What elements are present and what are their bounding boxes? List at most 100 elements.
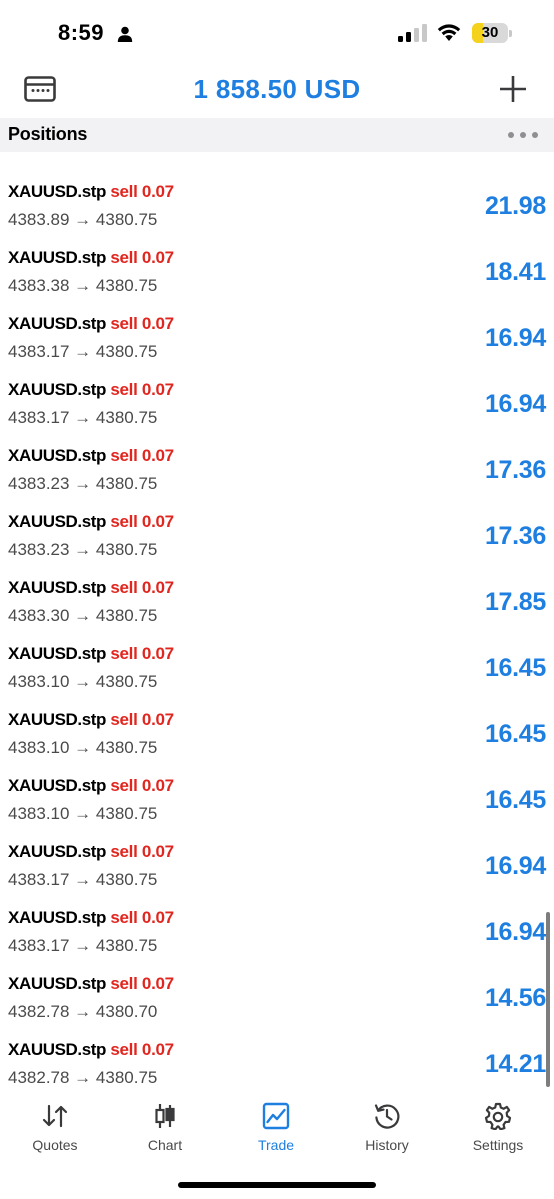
- tab-settings[interactable]: Settings: [443, 1092, 553, 1162]
- arrow-right-icon: →: [69, 606, 96, 625]
- open-price: 4383.23: [8, 540, 70, 559]
- position-side: sell 0.07: [110, 1040, 174, 1059]
- position-row[interactable]: XAUUSD.stp sell 0.07 4383.17 → 4380.75 16.…: [0, 832, 554, 898]
- current-price: 4380.75: [95, 738, 158, 757]
- positions-list[interactable]: XAUUSD.stp sell 0.07 4383.89 → 4380.75 21.…: [0, 152, 554, 1092]
- position-profit: 16.94: [484, 390, 546, 418]
- position-side: sell 0.07: [110, 644, 174, 663]
- open-price: 4383.17: [8, 408, 70, 427]
- position-profit: 17.36: [484, 522, 546, 550]
- position-row[interactable]: XAUUSD.stp sell 0.07 4383.23 → 4380.75 17.…: [0, 436, 554, 502]
- position-side: sell 0.07: [110, 512, 174, 531]
- battery-percent: 30: [481, 24, 499, 41]
- position-prices: 4383.10 → 4380.75: [8, 804, 157, 824]
- current-price: 4380.75: [95, 672, 158, 691]
- tab-label: Settings: [472, 1137, 524, 1153]
- position-side: sell 0.07: [110, 248, 174, 267]
- position-row[interactable]: XAUUSD.stp sell 0.07 4383.30 → 4380.75 17.…: [0, 568, 554, 634]
- arrow-right-icon: →: [69, 540, 96, 559]
- open-price: 4383.10: [8, 738, 70, 757]
- arrow-right-icon: →: [69, 342, 96, 361]
- open-price: 4383.38: [8, 276, 70, 295]
- current-price: 4380.75: [95, 1068, 158, 1087]
- chart-icon: [155, 1104, 175, 1128]
- current-price: 4380.75: [95, 342, 158, 361]
- position-row[interactable]: XAUUSD.stp sell 0.07 4383.38 → 4380.75 18.…: [0, 238, 554, 304]
- position-symbol: XAUUSD.stp: [8, 578, 107, 597]
- tab-trade[interactable]: Trade: [221, 1092, 331, 1162]
- current-price: 4380.75: [95, 870, 158, 889]
- person-icon: [117, 26, 133, 42]
- position-symbol: XAUUSD.stp: [8, 182, 107, 201]
- position-prices: 4383.23 → 4380.75: [8, 540, 157, 560]
- position-row[interactable]: XAUUSD.stp sell 0.07 4383.10 → 4380.75 16.…: [0, 766, 554, 832]
- partial-position-row[interactable]: [0, 152, 554, 166]
- arrow-right-icon: →: [69, 738, 96, 757]
- position-side: sell 0.07: [110, 710, 174, 729]
- more-options-icon[interactable]: [508, 128, 540, 142]
- position-side: sell 0.07: [110, 908, 174, 927]
- tab-label: Trade: [257, 1137, 295, 1153]
- tab-chart[interactable]: Chart: [110, 1092, 220, 1162]
- arrow-right-icon: →: [69, 672, 96, 691]
- position-prices: 4383.89 → 4380.75: [8, 210, 157, 230]
- position-symbol: XAUUSD.stp: [8, 908, 107, 927]
- scrollbar[interactable]: [546, 912, 550, 1087]
- position-row[interactable]: XAUUSD.stp sell 0.07 4383.89 → 4380.75 21.…: [0, 172, 554, 238]
- position-symbol-line: XAUUSD.stp sell 0.07: [8, 776, 174, 796]
- plus-icon[interactable]: [498, 74, 528, 104]
- status-time: 8:59: [58, 20, 105, 45]
- position-symbol-line: XAUUSD.stp sell 0.07: [8, 182, 174, 202]
- position-prices: 4382.78 → 4380.75: [8, 1068, 157, 1088]
- position-profit: 17.85: [484, 588, 546, 616]
- account-balance: 1 858.50 USD: [193, 74, 361, 104]
- current-price: 4380.75: [95, 276, 158, 295]
- position-profit: 16.45: [484, 654, 546, 682]
- position-prices: 4383.10 → 4380.75: [8, 738, 157, 758]
- position-symbol: XAUUSD.stp: [8, 776, 107, 795]
- open-price: 4383.17: [8, 936, 70, 955]
- position-symbol: XAUUSD.stp: [8, 974, 107, 993]
- position-symbol-line: XAUUSD.stp sell 0.07: [8, 842, 174, 862]
- position-symbol-line: XAUUSD.stp sell 0.07: [8, 512, 174, 532]
- position-row[interactable]: XAUUSD.stp sell 0.07 4383.17 → 4380.75 16.…: [0, 898, 554, 964]
- position-row[interactable]: XAUUSD.stp sell 0.07 4383.17 → 4380.75 16.…: [0, 370, 554, 436]
- open-price: 4382.78: [8, 1002, 70, 1021]
- position-symbol: XAUUSD.stp: [8, 446, 107, 465]
- position-prices: 4383.23 → 4380.75: [8, 474, 157, 494]
- open-price: 4382.78: [8, 1068, 70, 1087]
- current-price: 4380.75: [95, 804, 158, 823]
- positions-title: Positions: [8, 124, 88, 144]
- open-price: 4383.30: [8, 606, 70, 625]
- arrow-right-icon: →: [69, 210, 96, 229]
- top-bar: 1 858.50 USD: [0, 62, 554, 118]
- arrow-right-icon: →: [69, 804, 96, 823]
- position-row[interactable]: XAUUSD.stp sell 0.07 4382.78 → 4380.70 14.…: [0, 964, 554, 1030]
- open-price: 4383.10: [8, 672, 70, 691]
- open-price: 4383.10: [8, 804, 70, 823]
- position-row[interactable]: XAUUSD.stp sell 0.07 4383.17 → 4380.75 16.…: [0, 304, 554, 370]
- open-price: 4383.17: [8, 342, 70, 361]
- position-prices: 4383.10 → 4380.75: [8, 672, 157, 692]
- tab-quotes[interactable]: Quotes: [0, 1092, 110, 1162]
- position-row[interactable]: XAUUSD.stp sell 0.07 4383.10 → 4380.75 16.…: [0, 700, 554, 766]
- tab-history[interactable]: History: [332, 1092, 442, 1162]
- position-prices: 4383.17 → 4380.75: [8, 342, 157, 362]
- position-profit: 17.36: [484, 456, 546, 484]
- position-profit: 14.21: [484, 1050, 546, 1078]
- position-row[interactable]: XAUUSD.stp sell 0.07 4382.78 → 4380.75 14.…: [0, 1030, 554, 1092]
- position-side: sell 0.07: [110, 578, 174, 597]
- current-price: 4380.70: [95, 1002, 158, 1021]
- position-symbol: XAUUSD.stp: [8, 1040, 107, 1059]
- position-symbol-line: XAUUSD.stp sell 0.07: [8, 644, 174, 664]
- position-row[interactable]: XAUUSD.stp sell 0.07 4383.23 → 4380.75 17.…: [0, 502, 554, 568]
- arrow-right-icon: →: [69, 474, 96, 493]
- position-symbol: XAUUSD.stp: [8, 314, 107, 333]
- position-symbol-line: XAUUSD.stp sell 0.07: [8, 710, 174, 730]
- position-symbol-line: XAUUSD.stp sell 0.07: [8, 974, 174, 994]
- position-side: sell 0.07: [110, 776, 174, 795]
- position-row[interactable]: XAUUSD.stp sell 0.07 4383.10 → 4380.75 16.…: [0, 634, 554, 700]
- position-symbol: XAUUSD.stp: [8, 248, 107, 267]
- position-profit: 14.56: [484, 984, 546, 1012]
- battery-indicator: 30: [472, 23, 512, 43]
